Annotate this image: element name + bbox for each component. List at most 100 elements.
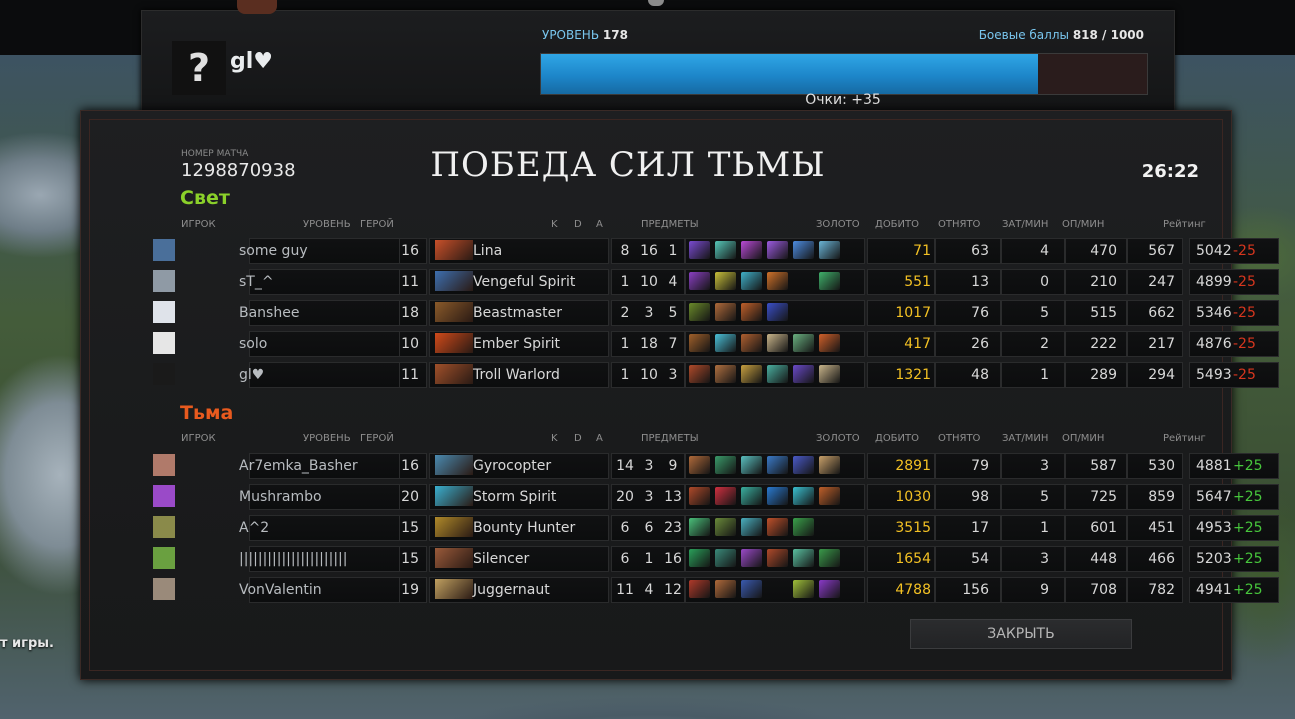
item-icon[interactable] — [767, 456, 788, 474]
player-avatar-icon[interactable] — [153, 485, 175, 507]
item-icon[interactable] — [741, 580, 762, 598]
player-player[interactable]: Banshee — [239, 305, 359, 321]
item-icon[interactable] — [819, 487, 840, 505]
item-icon[interactable] — [689, 272, 710, 290]
item-icon[interactable] — [689, 518, 710, 536]
player-player[interactable]: solo — [239, 336, 359, 352]
item-icon[interactable] — [689, 456, 710, 474]
hero-portrait-icon[interactable] — [435, 364, 473, 384]
item-icon[interactable] — [793, 241, 814, 259]
item-icon[interactable] — [715, 272, 736, 290]
player-player[interactable]: A^2 — [239, 520, 359, 536]
item-icon[interactable] — [793, 456, 814, 474]
close-button[interactable]: ЗАКРЫТЬ — [910, 619, 1132, 649]
item-icon[interactable] — [715, 365, 736, 383]
player-avatar-icon[interactable] — [153, 239, 175, 261]
item-icon[interactable] — [689, 549, 710, 567]
player-avatar[interactable]: ? — [172, 41, 226, 95]
hero-portrait-icon[interactable] — [435, 548, 473, 568]
item-icon[interactable] — [819, 456, 840, 474]
item-icon[interactable] — [741, 487, 762, 505]
item-icon[interactable] — [715, 487, 736, 505]
hero-portrait-icon[interactable] — [435, 302, 473, 322]
hero-portrait-icon[interactable] — [435, 455, 473, 475]
item-icon[interactable] — [767, 549, 788, 567]
item-icon[interactable] — [793, 334, 814, 352]
item-icon[interactable] — [819, 272, 840, 290]
item-icon[interactable] — [741, 272, 762, 290]
player-row[interactable]: A^2 15 Bounty Hunter 6 6 23 3515 17 1 601 451 4953 +… — [153, 515, 1279, 541]
player-row[interactable]: VonValentin 19 Juggernaut 11 4 12 4788 156 9 708 7… — [153, 577, 1279, 603]
player-player[interactable]: Ar7emka_Basher — [239, 458, 359, 474]
player-hero[interactable]: Beastmaster — [473, 305, 593, 321]
player-avatar-icon[interactable] — [153, 578, 175, 600]
hero-portrait-icon[interactable] — [435, 333, 473, 353]
player-avatar-icon[interactable] — [153, 516, 175, 538]
player-avatar-icon[interactable] — [153, 454, 175, 476]
player-row[interactable]: ||||||||||||||||||||||| 15 Silencer 6 1 16 165… — [153, 546, 1279, 572]
item-icon[interactable] — [715, 580, 736, 598]
player-player[interactable]: some guy — [239, 243, 359, 259]
player-avatar-icon[interactable] — [153, 547, 175, 569]
item-icon[interactable] — [793, 365, 814, 383]
player-player[interactable]: gl♥ — [239, 367, 359, 383]
item-icon[interactable] — [689, 487, 710, 505]
item-icon[interactable] — [715, 456, 736, 474]
player-row[interactable]: Mushrambo 20 Storm Spirit 20 3 13 1030 98 5 725 85… — [153, 484, 1279, 510]
item-icon[interactable] — [741, 456, 762, 474]
player-row[interactable]: gl♥ 11 Troll Warlord 1 10 3 1321 48 1 289 294 5493-… — [153, 362, 1279, 388]
player-row[interactable]: sT_^ 11 Vengeful Spirit 1 10 4 551 13 0 210 247 489… — [153, 269, 1279, 295]
player-player[interactable]: VonValentin — [239, 582, 359, 598]
player-hero[interactable]: Gyrocopter — [473, 458, 593, 474]
player-hero[interactable]: Silencer — [473, 551, 593, 567]
hero-portrait-icon[interactable] — [435, 271, 473, 291]
item-icon[interactable] — [689, 334, 710, 352]
item-icon[interactable] — [793, 487, 814, 505]
item-icon[interactable] — [715, 241, 736, 259]
item-icon[interactable] — [715, 518, 736, 536]
item-icon[interactable] — [715, 549, 736, 567]
item-icon[interactable] — [819, 580, 840, 598]
item-icon[interactable] — [741, 518, 762, 536]
player-hero[interactable]: Lina — [473, 243, 593, 259]
player-avatar-icon[interactable] — [153, 301, 175, 323]
item-icon[interactable] — [715, 303, 736, 321]
item-icon[interactable] — [741, 303, 762, 321]
item-icon[interactable] — [793, 518, 814, 536]
item-icon[interactable] — [741, 241, 762, 259]
player-avatar-icon[interactable] — [153, 332, 175, 354]
item-icon[interactable] — [819, 334, 840, 352]
player-row[interactable]: Banshee 18 Beastmaster 2 3 5 1017 76 5 515 662 5346… — [153, 300, 1279, 326]
player-player[interactable]: sT_^ — [239, 274, 359, 290]
item-icon[interactable] — [767, 365, 788, 383]
item-icon[interactable] — [741, 334, 762, 352]
item-icon[interactable] — [689, 580, 710, 598]
player-row[interactable]: Ar7emka_Basher 16 Gyrocopter 14 3 9 2891 79 3 587… — [153, 453, 1279, 479]
player-player[interactable]: Mushrambo — [239, 489, 359, 505]
player-row[interactable]: solo 10 Ember Spirit 1 18 7 417 26 2 222 217 4876 -2… — [153, 331, 1279, 357]
item-icon[interactable] — [819, 241, 840, 259]
player-hero[interactable]: Troll Warlord — [473, 367, 593, 383]
item-icon[interactable] — [767, 487, 788, 505]
item-icon[interactable] — [767, 241, 788, 259]
player-player[interactable]: ||||||||||||||||||||||| — [239, 551, 359, 567]
hero-portrait-icon[interactable] — [435, 486, 473, 506]
player-hero[interactable]: Storm Spirit — [473, 489, 593, 505]
item-icon[interactable] — [741, 549, 762, 567]
item-icon[interactable] — [741, 365, 762, 383]
item-icon[interactable] — [689, 365, 710, 383]
player-row[interactable]: some guy 16 Lina 8 16 1 71 63 4 470 567 5042 -25 — [153, 238, 1279, 264]
player-hero[interactable]: Juggernaut — [473, 582, 593, 598]
hero-portrait-icon[interactable] — [435, 240, 473, 260]
player-avatar-icon[interactable] — [153, 270, 175, 292]
item-icon[interactable] — [767, 518, 788, 536]
item-icon[interactable] — [793, 580, 814, 598]
item-icon[interactable] — [819, 365, 840, 383]
item-icon[interactable] — [767, 334, 788, 352]
item-icon[interactable] — [767, 303, 788, 321]
item-icon[interactable] — [793, 549, 814, 567]
item-icon[interactable] — [819, 549, 840, 567]
player-hero[interactable]: Ember Spirit — [473, 336, 593, 352]
hero-portrait-icon[interactable] — [435, 579, 473, 599]
player-avatar-icon[interactable] — [153, 363, 175, 385]
